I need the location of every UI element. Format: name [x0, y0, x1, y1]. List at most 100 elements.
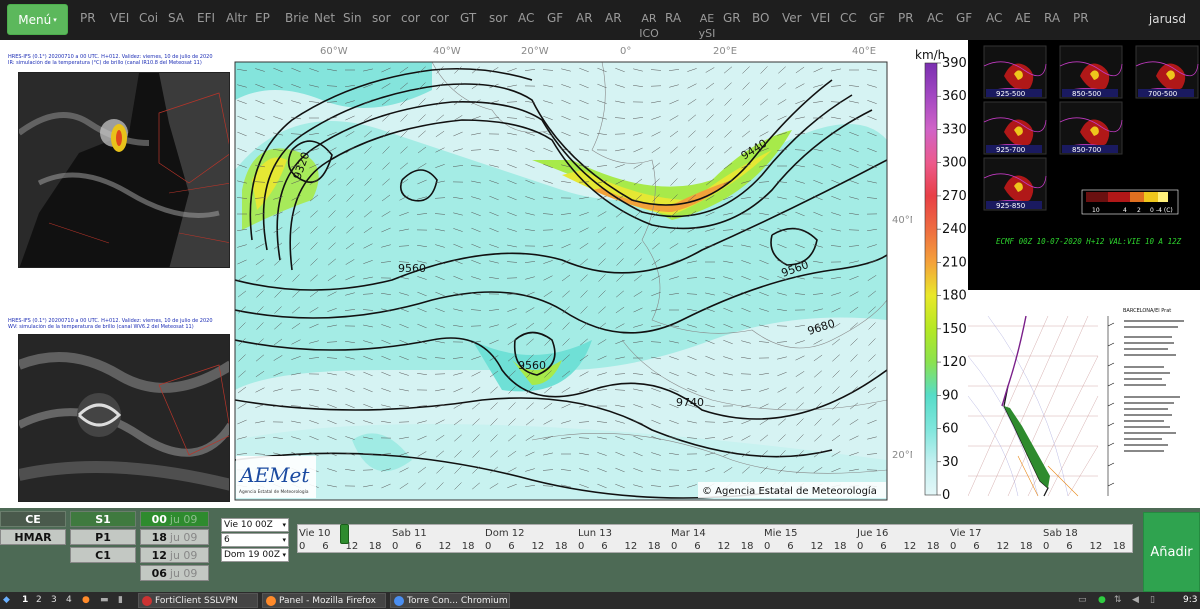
top-menu-item[interactable]: Ver — [782, 12, 808, 25]
contour-label: 9560 — [398, 262, 426, 275]
vpn-status-icon[interactable]: ● — [1098, 595, 1106, 605]
chevron-down-icon: ▾ — [282, 521, 286, 529]
volume-icon[interactable]: ◀ — [1132, 595, 1139, 605]
top-menu-item[interactable]: GF — [869, 12, 895, 25]
screen-icon[interactable]: ▭ — [1078, 595, 1087, 605]
task-chromium[interactable]: Torre Con... Chromium — [390, 593, 510, 608]
ir-panel-caption-2: IR: simulación de la temperatura (°C) de… — [8, 60, 202, 66]
battery-icon[interactable]: ▯ — [1150, 595, 1155, 605]
top-menu-item[interactable]: AC — [986, 12, 1012, 25]
scale-label: 10 — [1092, 207, 1100, 214]
top-menu-item[interactable]: Net — [314, 12, 340, 25]
top-menu-item[interactable]: SA — [168, 12, 194, 25]
skewt-canvas: BARCELONA/El Prat — [967, 296, 1200, 506]
run-button-c1[interactable]: C1 — [70, 547, 136, 563]
top-menu-item[interactable]: AR ICO — [636, 11, 662, 41]
user-name[interactable]: jarusd — [1149, 12, 1186, 26]
chromium-icon — [394, 595, 404, 606]
top-menu-item[interactable]: PR — [1073, 12, 1099, 25]
workspace-4[interactable]: 4 — [66, 595, 72, 605]
task-forticlient[interactable]: FortiClient SSLVPN — [138, 593, 258, 608]
lon-label: 60°W — [320, 46, 348, 57]
skewt-sounding-panel[interactable]: BARCELONA/El Prat — [967, 296, 1200, 506]
top-menu-item[interactable]: AE ySI — [694, 11, 720, 41]
colorbar-gradient — [924, 62, 938, 496]
date-button-12[interactable]: 12 ju 09 — [140, 547, 209, 563]
file-manager-icon[interactable]: ▬ — [100, 595, 109, 605]
workspace-2[interactable]: 2 — [36, 595, 42, 605]
date-button-06[interactable]: 06 ju 09 — [140, 565, 209, 581]
top-menu-item[interactable]: CC — [840, 12, 866, 25]
top-menu-item[interactable]: GF — [956, 12, 982, 25]
timeline-hour-label: 18 — [368, 541, 382, 552]
top-menu-item[interactable]: GR — [723, 12, 749, 25]
select-value: Vie 10 00Z — [224, 520, 273, 530]
timeline-hour-label: 18 — [461, 541, 475, 552]
wind-geopotential-map[interactable]: 9320 9440 9560 9560 9560 9680 9740 60°W … — [232, 40, 968, 506]
top-menu-item[interactable]: Coi — [139, 12, 165, 25]
timeline-hour-label: 0 — [764, 541, 771, 552]
terminal-icon[interactable]: ▮ — [118, 595, 123, 605]
run-button-s1[interactable]: S1 — [70, 511, 136, 527]
end-time-select[interactable]: Dom 19 00Z ▾ — [221, 548, 289, 562]
start-menu-icon[interactable]: ◆ — [3, 595, 10, 605]
top-menu-item[interactable]: GF — [547, 12, 573, 25]
model-button-ce[interactable]: CE — [0, 511, 66, 527]
timeline-slider-handle[interactable] — [340, 524, 349, 544]
ir-simulation-panel[interactable]: HRES-IFS (0.1°) 20200710 a 00 UTC. H+012… — [0, 52, 232, 280]
scale-label: 4 — [1123, 207, 1127, 214]
top-menu-item[interactable]: AC — [518, 12, 544, 25]
top-menu-item[interactable]: sor — [489, 12, 515, 25]
top-menu-item[interactable]: VEI — [110, 12, 136, 25]
top-menu-item[interactable]: AC — [927, 12, 953, 25]
top-menu-item[interactable]: PR — [80, 12, 106, 25]
left-satellite-panels: HRES-IFS (0.1°) 20200710 a 00 UTC. H+012… — [0, 40, 232, 518]
top-menu-item[interactable]: BO — [752, 12, 778, 25]
top-menu-item[interactable]: cor — [430, 12, 456, 25]
network-icon[interactable]: ⇅ — [1114, 595, 1122, 605]
top-menu-item[interactable]: EFI — [197, 12, 223, 25]
forecast-timeline[interactable]: Vie 10 0 6 12 18 Sab 11 0 6 12 18 Dom 12 0 6 12 18 Lun … — [297, 524, 1133, 553]
lon-label: 40°E — [852, 46, 876, 57]
top-menu-item[interactable]: PR — [898, 12, 924, 25]
top-menu-item[interactable]: AR — [576, 12, 602, 25]
add-button[interactable]: Añadir — [1143, 512, 1200, 592]
top-menu-item[interactable]: Altr — [226, 12, 252, 25]
model-button-hmar[interactable]: HMAR — [0, 529, 66, 545]
timeline-hour-label: 6 — [415, 541, 422, 552]
top-menu-item[interactable]: GT — [460, 12, 486, 25]
task-label: Torre Con... Chromium — [407, 595, 508, 606]
top-menu-item[interactable]: RA — [665, 12, 691, 25]
wv-simulation-panel[interactable]: HRES-IFS (0.1°) 20200710 a 00 UTC. H+012… — [0, 318, 232, 518]
top-menu-item[interactable]: AR — [605, 12, 631, 25]
firefox-icon[interactable]: ● — [82, 595, 90, 605]
colorbar-tick-label: 0 — [942, 488, 950, 503]
run-button-p1[interactable]: P1 — [70, 529, 136, 545]
task-firefox[interactable]: Panel - Mozilla Firefox — [262, 593, 386, 608]
workspace-3[interactable]: 3 — [51, 595, 57, 605]
thickness-maps-panel[interactable]: 925-500 850-500 700-500 925-700 850-700 925-8… — [968, 40, 1200, 290]
copyright-text: © Agencia Estatal de Meteorología — [702, 485, 877, 497]
workspace-1[interactable]: 1 — [22, 595, 28, 605]
os-taskbar: ◆ 1 2 3 4 ● ▬ ▮ FortiClient SSLVPN Panel… — [0, 592, 1200, 609]
top-menu-item[interactable]: VEI — [811, 12, 837, 25]
clock[interactable]: 9:3 — [1183, 595, 1197, 605]
main-menu-button[interactable]: Menú ▾ — [7, 4, 68, 35]
timeline-hour-label: 6 — [601, 541, 608, 552]
colorbar-tick-label: 60 — [942, 422, 959, 437]
start-time-select[interactable]: Vie 10 00Z ▾ — [221, 518, 289, 532]
top-menu-item[interactable]: Brie — [285, 12, 311, 25]
timeline-hour-label: 6 — [508, 541, 515, 552]
top-menu-item[interactable]: RA — [1044, 12, 1070, 25]
caret-down-icon: ▾ — [53, 15, 57, 24]
top-menu-item[interactable]: sor — [372, 12, 398, 25]
top-menu-item[interactable]: AE — [1015, 12, 1041, 25]
top-menu-item[interactable]: cor — [401, 12, 427, 25]
top-menu-item[interactable]: EP — [255, 12, 281, 25]
thickness-tile: 700-500 — [1135, 45, 1199, 99]
date-button-18[interactable]: 18 ju 09 — [140, 529, 209, 545]
step-select[interactable]: 6 ▾ — [221, 533, 289, 547]
date-button-00[interactable]: 00 ju 09 — [140, 511, 209, 527]
colorbar-tick-label: 30 — [942, 455, 959, 470]
top-menu-item[interactable]: Sin — [343, 12, 369, 25]
